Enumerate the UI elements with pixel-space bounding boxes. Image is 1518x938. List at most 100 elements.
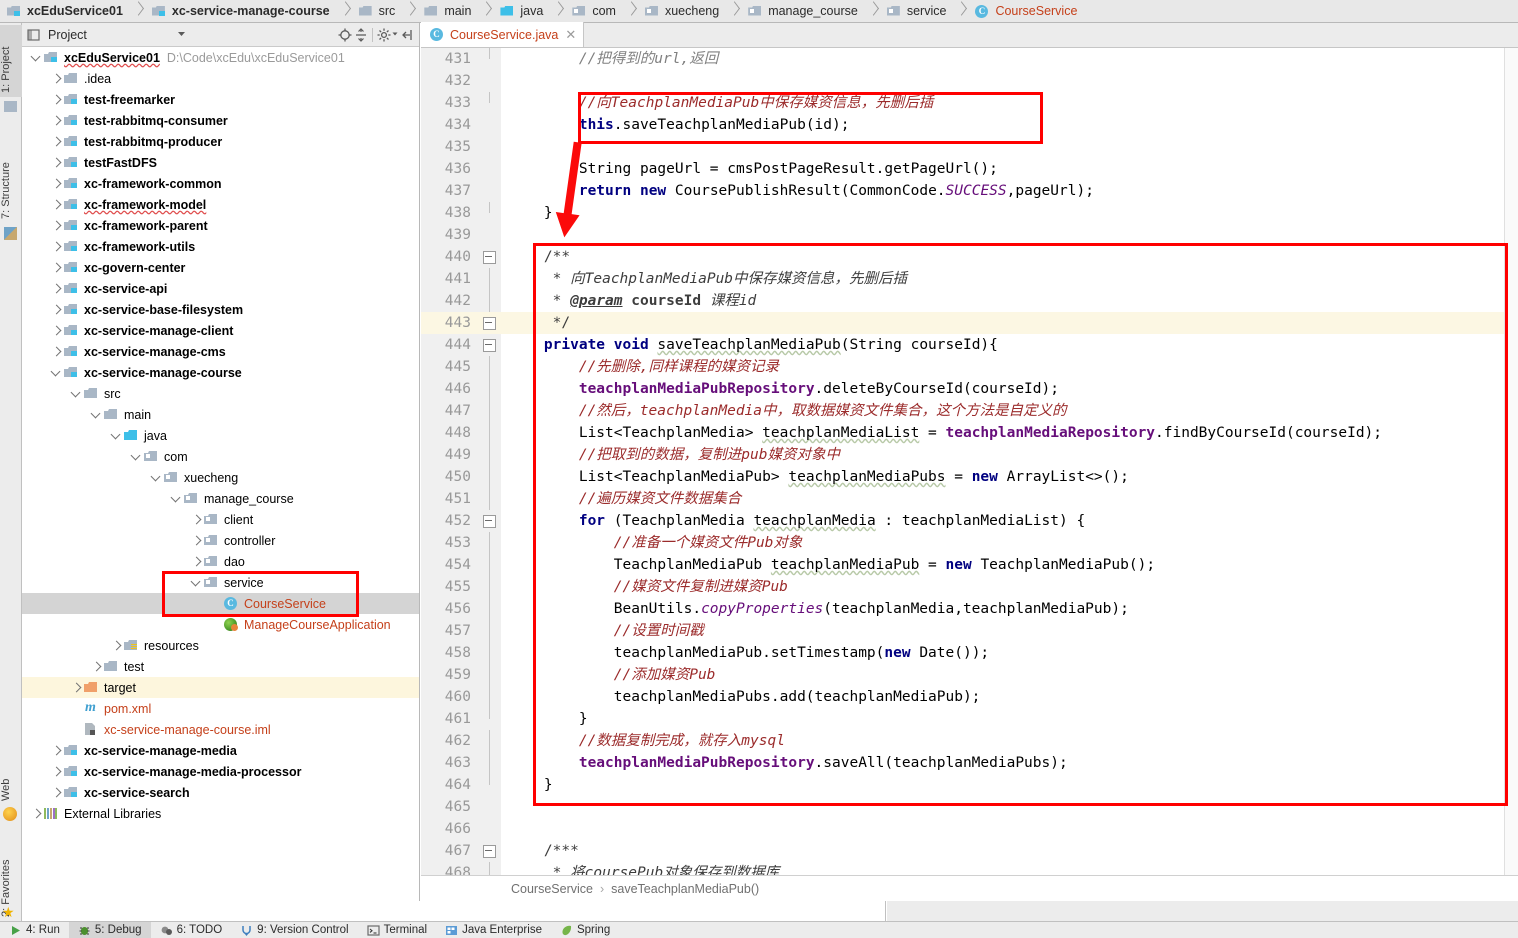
code-line-444[interactable]: 444 private void saveTeachplanMediaPub(S… bbox=[421, 334, 1518, 356]
chevron-right-icon[interactable] bbox=[48, 173, 64, 194]
code-line-434[interactable]: 434 this.saveTeachplanMediaPub(id); bbox=[421, 114, 1518, 136]
code-view[interactable]: 431 //把得到的url,返回 432 433 //向TeachplanMedia… bbox=[421, 48, 1518, 875]
code-line-439[interactable]: 439 bbox=[421, 224, 1518, 246]
tree-node-managecourseapplication[interactable]: ManageCourseApplication bbox=[22, 614, 419, 635]
code-line-451[interactable]: 451 //遍历媒资文件数据集合 bbox=[421, 488, 1518, 510]
bottom-button-9-version-control[interactable]: 9: Version Control bbox=[231, 922, 357, 938]
code-line-435[interactable]: 435 bbox=[421, 136, 1518, 158]
chevron-right-icon[interactable] bbox=[108, 635, 124, 656]
tree-node-xc-framework-model[interactable]: xc-framework-model bbox=[22, 194, 419, 215]
tree-node-java[interactable]: java bbox=[22, 425, 419, 446]
code-line-432[interactable]: 432 bbox=[421, 70, 1518, 92]
chevron-down-icon[interactable] bbox=[148, 467, 164, 488]
code-line-460[interactable]: 460 teachplanMediaPubs.add(teachplanMedi… bbox=[421, 686, 1518, 708]
code-line-437[interactable]: 437 return new CoursePublishResult(Commo… bbox=[421, 180, 1518, 202]
fold-marker-icon[interactable] bbox=[479, 334, 501, 356]
chevron-down-icon[interactable] bbox=[88, 404, 104, 425]
tree-node-xuecheng[interactable]: xuecheng bbox=[22, 467, 419, 488]
chevron-right-icon[interactable] bbox=[48, 110, 64, 131]
chevron-right-icon[interactable] bbox=[28, 803, 44, 824]
bottom-button-terminal[interactable]: Terminal bbox=[358, 922, 436, 938]
collapse-all-icon[interactable] bbox=[353, 27, 369, 43]
bottom-button-5-debug[interactable]: 5: Debug bbox=[68, 921, 151, 938]
code-line-452[interactable]: 452 for (TeachplanMedia teachplanMedia :… bbox=[421, 510, 1518, 532]
tree-node-test[interactable]: test bbox=[22, 656, 419, 677]
code-line-433[interactable]: 433 //向TeachplanMediaPub中保存媒资信息，先删后插 bbox=[421, 92, 1518, 114]
tree-node-xc-service-base-filesystem[interactable]: xc-service-base-filesystem bbox=[22, 299, 419, 320]
fold-marker-icon[interactable] bbox=[479, 840, 501, 862]
code-line-438[interactable]: 438 } bbox=[421, 202, 1518, 224]
chevron-right-icon[interactable] bbox=[48, 89, 64, 110]
chevron-down-icon[interactable] bbox=[108, 425, 124, 446]
code-line-464[interactable]: 464 } bbox=[421, 774, 1518, 796]
tree-node-xc-service-manage-media[interactable]: xc-service-manage-media bbox=[22, 740, 419, 761]
breadcrumb-item-com[interactable]: com bbox=[569, 0, 620, 22]
gear-dropdown-icon[interactable] bbox=[391, 27, 399, 43]
tree-node-xc-service-search[interactable]: xc-service-search bbox=[22, 782, 419, 803]
chevron-right-icon[interactable] bbox=[48, 236, 64, 257]
fold-marker-icon[interactable] bbox=[479, 510, 501, 532]
tree-node-src[interactable]: src bbox=[22, 383, 419, 404]
breadcrumb-item-src[interactable]: src bbox=[356, 0, 400, 22]
chevron-right-icon[interactable] bbox=[48, 299, 64, 320]
bottom-button-java-enterprise[interactable]: Java Enterprise bbox=[436, 922, 551, 938]
chevron-right-icon[interactable] bbox=[48, 257, 64, 278]
bottom-button-4-run[interactable]: 4: Run bbox=[0, 922, 69, 938]
gear-icon[interactable] bbox=[376, 27, 392, 43]
tree-node-pom-xml[interactable]: pom.xml bbox=[22, 698, 419, 719]
code-line-454[interactable]: 454 TeachplanMediaPub teachplanMediaPub … bbox=[421, 554, 1518, 576]
code-line-440[interactable]: 440 /** bbox=[421, 246, 1518, 268]
tree-node-com[interactable]: com bbox=[22, 446, 419, 467]
chevron-down-icon[interactable] bbox=[28, 47, 44, 68]
breadcrumb-item-xc-service-manage-course[interactable]: xc-service-manage-course bbox=[149, 0, 334, 22]
project-tree[interactable]: xcEduService01 D:\Code\xcEdu\xcEduService… bbox=[22, 47, 419, 901]
tree-node-xc-framework-parent[interactable]: xc-framework-parent bbox=[22, 215, 419, 236]
code-line-446[interactable]: 446 teachplanMediaPubRepository.deleteBy… bbox=[421, 378, 1518, 400]
tree-node-dao[interactable]: dao bbox=[22, 551, 419, 572]
chevron-right-icon[interactable] bbox=[48, 740, 64, 761]
chevron-right-icon[interactable] bbox=[48, 320, 64, 341]
editor-breadcrumb-class[interactable]: CourseService bbox=[511, 882, 593, 896]
code-line-445[interactable]: 445 //先删除,同样课程的媒资记录 bbox=[421, 356, 1518, 378]
code-line-456[interactable]: 456 BeanUtils.copyProperties(teachplanMe… bbox=[421, 598, 1518, 620]
breadcrumb-item-main[interactable]: main bbox=[421, 0, 475, 22]
tree-node-xc-service-manage-course-iml[interactable]: xc-service-manage-course.iml bbox=[22, 719, 419, 740]
tree-node-xc-service-manage-course[interactable]: xc-service-manage-course bbox=[22, 362, 419, 383]
code-line-436[interactable]: 436 String pageUrl = cmsPostPageResult.g… bbox=[421, 158, 1518, 180]
bottom-button-6-todo[interactable]: 6: TODO bbox=[151, 922, 232, 938]
chevron-right-icon[interactable] bbox=[188, 530, 204, 551]
close-icon[interactable]: ✕ bbox=[565, 28, 576, 41]
breadcrumb-item-xuecheng[interactable]: xuecheng bbox=[642, 0, 723, 22]
tree-node-xc-govern-center[interactable]: xc-govern-center bbox=[22, 257, 419, 278]
breadcrumb-item-manage-course[interactable]: manage_course bbox=[745, 0, 862, 22]
tool-tab-structure[interactable]: 7: Structure bbox=[0, 135, 22, 223]
chevron-right-icon[interactable] bbox=[48, 278, 64, 299]
tree-node-resources[interactable]: resources bbox=[22, 635, 419, 656]
breadcrumb-item-xceduservice01[interactable]: xcEduService01 bbox=[4, 0, 127, 22]
fold-marker-icon[interactable] bbox=[479, 246, 501, 268]
breadcrumb-item-service[interactable]: service bbox=[884, 0, 951, 22]
code-line-459[interactable]: 459 //添加媒资Pub bbox=[421, 664, 1518, 686]
tree-node-service[interactable]: service bbox=[22, 572, 419, 593]
tree-node-test-rabbitmq-producer[interactable]: test-rabbitmq-producer bbox=[22, 131, 419, 152]
chevron-down-icon[interactable] bbox=[168, 488, 184, 509]
code-line-448[interactable]: 448 List<TeachplanMedia> teachplanMediaL… bbox=[421, 422, 1518, 444]
tree-node-manage-course[interactable]: manage_course bbox=[22, 488, 419, 509]
tree-node-test-freemarker[interactable]: test-freemarker bbox=[22, 89, 419, 110]
code-line-463[interactable]: 463 teachplanMediaPubRepository.saveAll(… bbox=[421, 752, 1518, 774]
locate-icon[interactable] bbox=[337, 27, 353, 43]
code-line-455[interactable]: 455 //媒资文件复制进媒资Pub bbox=[421, 576, 1518, 598]
tree-node-xc-service-manage-cms[interactable]: xc-service-manage-cms bbox=[22, 341, 419, 362]
code-line-441[interactable]: 441 * 向TeachplanMediaPub中保存媒资信息，先删后插 bbox=[421, 268, 1518, 290]
code-line-442[interactable]: 442 * @param courseId 课程id bbox=[421, 290, 1518, 312]
chevron-right-icon[interactable] bbox=[48, 215, 64, 236]
tree-node-target[interactable]: target bbox=[22, 677, 419, 698]
tree-node-test-rabbitmq-consumer[interactable]: test-rabbitmq-consumer bbox=[22, 110, 419, 131]
chevron-down-icon[interactable] bbox=[175, 27, 188, 43]
chevron-down-icon[interactable] bbox=[188, 572, 204, 593]
tree-node-xceduservice01[interactable]: xcEduService01 D:\Code\xcEdu\xcEduService… bbox=[22, 47, 419, 68]
chevron-right-icon[interactable] bbox=[48, 68, 64, 89]
chevron-right-icon[interactable] bbox=[48, 341, 64, 362]
code-line-462[interactable]: 462 //数据复制完成，就存入mysql bbox=[421, 730, 1518, 752]
code-line-449[interactable]: 449 //把取到的数据，复制进pub媒资对象中 bbox=[421, 444, 1518, 466]
